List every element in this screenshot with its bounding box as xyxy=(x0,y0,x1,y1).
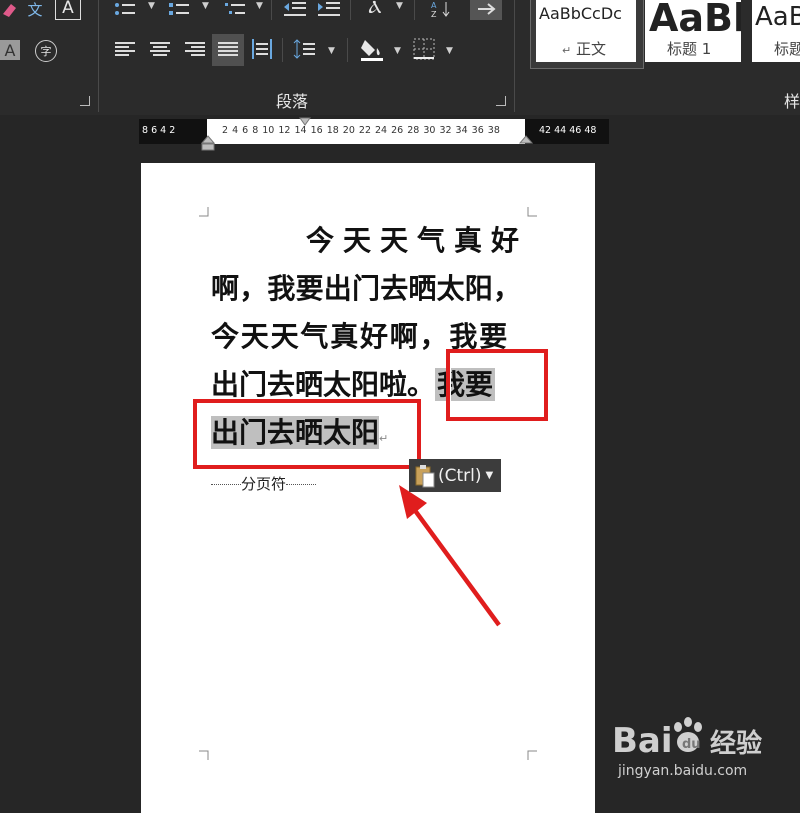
show-formatting-marks-button[interactable] xyxy=(470,0,502,20)
group-separator xyxy=(98,0,99,112)
watermark-url: jingyan.baidu.com xyxy=(618,763,748,779)
align-left-icon[interactable] xyxy=(115,40,137,58)
dotted-line xyxy=(286,484,317,485)
paint-bucket-icon xyxy=(361,40,383,61)
separator xyxy=(347,38,348,62)
ruler-right-numbers: 42 44 46 48 xyxy=(539,125,597,136)
multilevel-list-icon xyxy=(225,3,245,14)
separator xyxy=(414,0,415,20)
style-name: ↵ 正文 xyxy=(562,38,606,59)
separator xyxy=(350,0,351,20)
paw-logo-icon: du xyxy=(674,717,702,752)
style-sample-text: AaBb xyxy=(649,0,741,40)
character-border-label: A xyxy=(62,0,74,18)
horizontal-ruler[interactable]: 8 6 4 2 2 4 6 8 10 12 14 16 18 20 22 24 … xyxy=(139,117,609,151)
baidu-watermark: Bai du 经验 jingyan.baidu.com xyxy=(590,705,800,800)
chevron-down-icon[interactable]: ▼ xyxy=(202,1,209,11)
chevron-down-icon[interactable]: ▼ xyxy=(256,1,263,11)
first-line-indent-marker-icon[interactable] xyxy=(299,117,311,127)
style-name-text: 正文 xyxy=(576,40,607,58)
svg-text:du: du xyxy=(682,737,701,752)
style-heading[interactable]: AaB 标题 xyxy=(752,0,800,62)
align-right-icon[interactable] xyxy=(185,40,207,58)
justify-button[interactable] xyxy=(212,34,244,66)
annotation-arrow-icon xyxy=(399,485,501,627)
chevron-down-icon[interactable]: ▼ xyxy=(148,1,155,11)
page-break-label: 分页符 xyxy=(241,475,287,493)
numbering-icon xyxy=(169,3,189,15)
distributed-button[interactable] xyxy=(250,38,274,60)
svg-text:A: A xyxy=(431,1,437,10)
watermark-suffix: 经验 xyxy=(710,729,763,759)
styles-group-label: 样 xyxy=(784,92,800,111)
chevron-down-icon[interactable]: ▼ xyxy=(396,1,403,11)
annotation-box xyxy=(193,399,421,469)
document-page[interactable]: 今天天气真好 啊，我要出门去晒太阳， 今天天气真好啊，我要 出门去晒太阳啦。我要… xyxy=(141,163,595,813)
formatting-marks-icon xyxy=(478,3,496,15)
justify-icon xyxy=(218,40,240,58)
character-shading-label: A xyxy=(4,40,16,60)
style-sample-text: AaB xyxy=(755,2,800,32)
style-normal[interactable]: AaBbCcDc ↵ 正文 xyxy=(536,0,636,62)
decrease-indent-button[interactable] xyxy=(282,0,308,18)
paragraph-dialog-launcher-icon[interactable] xyxy=(496,96,506,106)
line-spacing-button[interactable] xyxy=(292,38,318,60)
chevron-down-icon[interactable]: ▼ xyxy=(446,46,453,56)
group-separator xyxy=(514,0,515,112)
watermark-brand: Bai xyxy=(612,721,673,761)
distributed-icon xyxy=(252,39,272,59)
svg-text:Z: Z xyxy=(431,10,437,18)
chevron-down-icon[interactable]: ▼ xyxy=(328,46,335,56)
page-break-marker: 分页符 xyxy=(211,473,317,494)
decrease-indent-icon xyxy=(284,2,306,16)
ruler-left-numbers: 8 6 4 2 xyxy=(142,125,176,136)
asian-layout-icon: Ⲁ xyxy=(368,0,382,18)
increase-indent-button[interactable] xyxy=(316,0,342,18)
multilevel-list-button[interactable] xyxy=(222,0,248,18)
crop-mark xyxy=(527,750,537,760)
eraser-icon[interactable] xyxy=(0,0,18,20)
phonetic-guide-label: 文 xyxy=(27,0,43,19)
dotted-line xyxy=(211,484,241,485)
sort-icon: AZ xyxy=(431,1,450,18)
asian-layout-button[interactable]: Ⲁ xyxy=(362,0,388,18)
character-border-button[interactable]: A xyxy=(55,0,81,20)
bullets-button[interactable] xyxy=(112,0,138,18)
borders-icon xyxy=(413,38,435,60)
style-name: 标题 xyxy=(774,40,800,58)
line-spacing-icon xyxy=(293,39,315,59)
ruler-middle-numbers: 2 4 6 8 10 12 14 16 18 20 22 24 26 28 30… xyxy=(222,125,500,136)
text-line[interactable]: 今天天气真好 xyxy=(211,217,551,265)
phonetic-guide-button[interactable]: 文 xyxy=(22,0,48,20)
enclose-characters-label: 字 xyxy=(40,45,52,58)
shading-button[interactable] xyxy=(358,36,386,62)
text-run: 出门去晒太阳啦。 xyxy=(211,368,436,401)
enclose-characters-button[interactable]: 字 xyxy=(35,40,57,62)
sort-button[interactable]: AZ xyxy=(428,0,454,18)
style-sample-text: AaBbCcDc xyxy=(539,4,622,23)
style-name: 标题 1 xyxy=(667,40,712,58)
bullets-icon xyxy=(115,3,135,15)
right-indent-marker-icon[interactable] xyxy=(519,135,533,145)
left-indent-marker-icon[interactable] xyxy=(201,135,215,155)
paragraph-mark: ↵ xyxy=(562,44,572,57)
character-shading-button[interactable]: A xyxy=(0,40,20,60)
ribbon: 文 A A 字 ▼ ▼ ▼ Ⲁ ▼ AZ ▼ ▼ ▼ 段落 AaBbCcDc ↵… xyxy=(0,0,800,115)
paragraph-group-label: 段落 xyxy=(276,92,309,111)
crop-mark xyxy=(527,207,537,217)
crop-mark xyxy=(199,207,209,217)
separator xyxy=(271,0,272,20)
crop-mark xyxy=(199,750,209,760)
numbering-button[interactable] xyxy=(166,0,192,18)
increase-indent-icon xyxy=(318,2,340,16)
annotation-box xyxy=(446,349,548,421)
chevron-down-icon[interactable]: ▼ xyxy=(394,46,401,56)
borders-button[interactable] xyxy=(412,38,436,60)
align-center-icon[interactable] xyxy=(150,40,172,58)
font-dialog-launcher-icon[interactable] xyxy=(80,96,90,106)
separator xyxy=(282,38,283,62)
text-line[interactable]: 啊，我要出门去晒太阳， xyxy=(211,265,551,313)
style-heading-1[interactable]: AaBb 标题 1 xyxy=(645,0,741,62)
